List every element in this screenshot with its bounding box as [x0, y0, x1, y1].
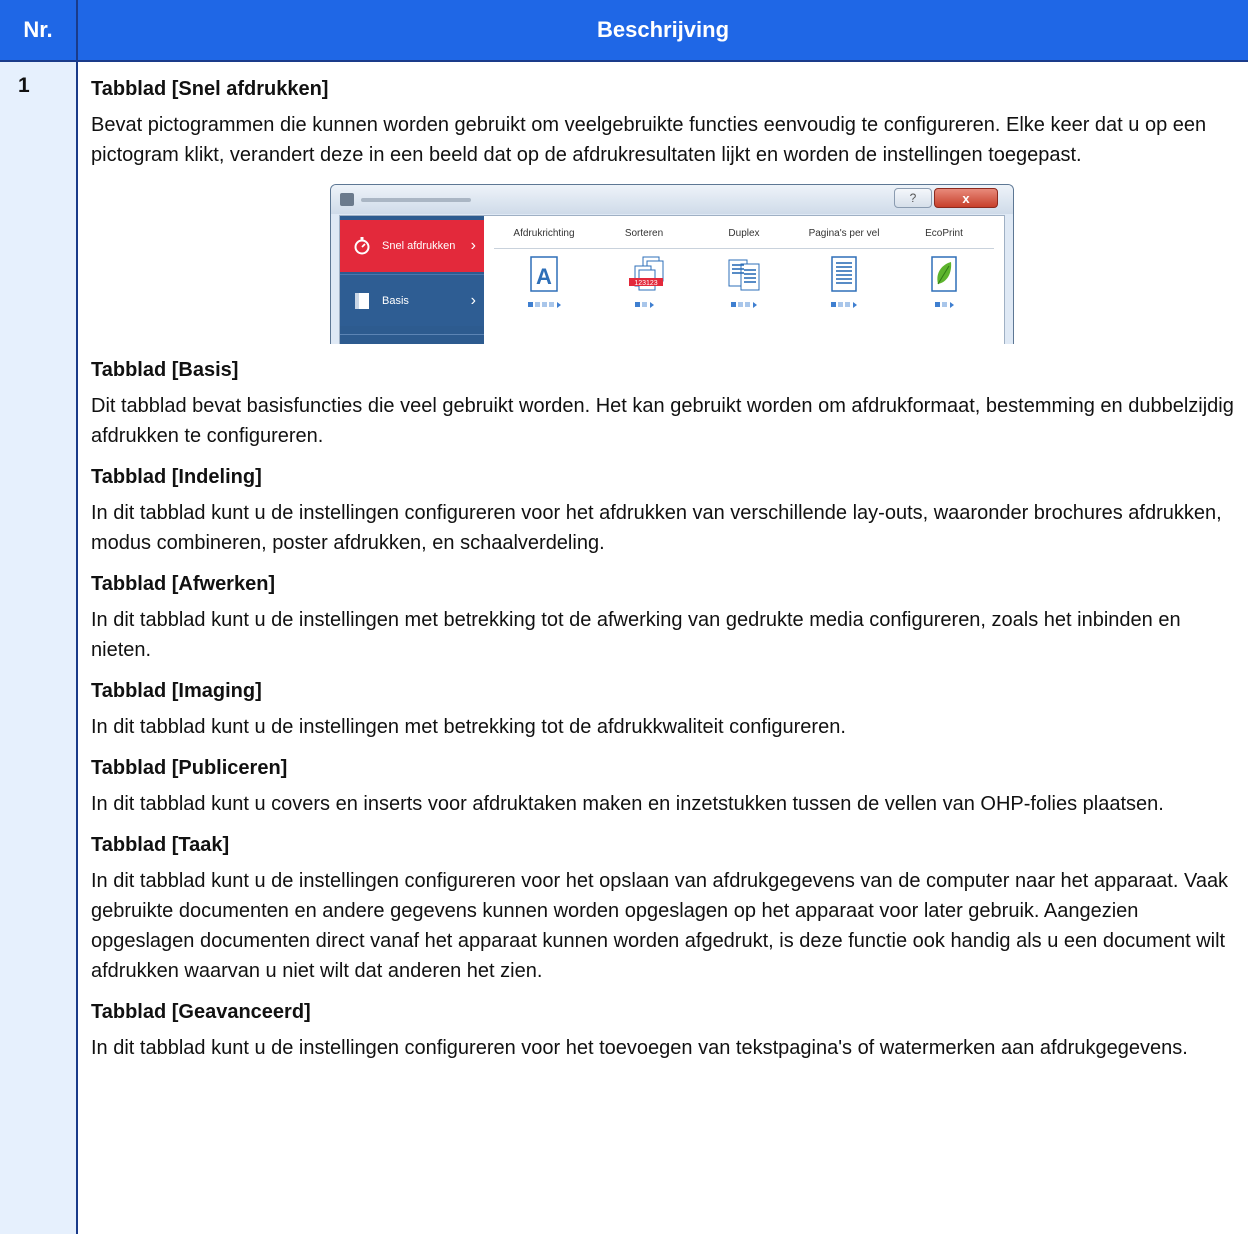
window-titlebar: ? x [331, 185, 1013, 214]
section-body: In dit tabblad kunt u de instellingen me… [91, 609, 1181, 661]
section-title: Tabblad [Imaging] [91, 680, 262, 702]
option-sorteren[interactable]: Sorteren 123123 [594, 228, 694, 308]
option-label: Sorteren [624, 228, 664, 239]
section-title: Tabblad [Afwerken] [91, 573, 276, 595]
section-imaging: Tabblad [Imaging] In dit tabblad kunt u … [91, 679, 1241, 742]
collate-text: 123123 [634, 280, 657, 287]
section-indeling: Tabblad [Indeling] In dit tabblad kunt u… [91, 465, 1241, 558]
header-nr: Nr. [0, 0, 78, 62]
tab-basis[interactable]: Basis › [340, 274, 484, 326]
option-indicator [894, 302, 994, 308]
chevron-right-icon: › [470, 291, 476, 309]
section-title: Tabblad [Taak] [91, 834, 230, 856]
option-paginas-per-vel[interactable]: Pagina's per vel [794, 228, 894, 308]
section-body: In dit tabblad kunt u de instellingen co… [91, 1037, 1188, 1059]
option-indicator [594, 302, 694, 308]
option-afdrukrichting[interactable]: Afdrukrichting A [494, 228, 594, 308]
printer-icon [340, 193, 354, 206]
orientation-icon: A [527, 256, 561, 292]
sidebar-divider [340, 334, 484, 335]
option-ecoprint[interactable]: EcoPrint [894, 228, 994, 308]
tab-snel-afdrukken[interactable]: Snel afdrukken › [340, 220, 484, 272]
row-number: 1 [18, 74, 30, 97]
section-body: Bevat pictogrammen die kunnen worden geb… [91, 114, 1207, 166]
section-title: Tabblad [Snel afdrukken] [91, 78, 329, 100]
orientation-letter: A [536, 264, 552, 289]
section-body: In dit tabblad kunt u de instellingen me… [91, 716, 846, 738]
page-icon [352, 291, 372, 311]
collate-icon: 123123 [627, 256, 664, 292]
section-title: Tabblad [Publiceren] [91, 757, 288, 779]
option-label: EcoPrint [925, 228, 963, 239]
section-title: Tabblad [Basis] [91, 359, 239, 381]
section-geavanceerd: Tabblad [Geavanceerd] In dit tabblad kun… [91, 1000, 1241, 1063]
section-body: In dit tabblad kunt u covers en inserts … [91, 793, 1164, 815]
section-publiceren: Tabblad [Publiceren] In dit tabblad kunt… [91, 756, 1241, 819]
option-indicator [494, 302, 594, 308]
section-basis: Tabblad [Basis] Dit tabblad bevat basisf… [91, 358, 1241, 451]
tab-label: Snel afdrukken [382, 240, 456, 252]
description-table: Nr. Beschrijving 1 Tabblad [Snel afdrukk… [0, 0, 1248, 1234]
option-indicator [794, 302, 894, 308]
description-cell: Tabblad [Snel afdrukken] Bevat pictogram… [91, 62, 1241, 1063]
pages-per-sheet-icon [827, 256, 861, 292]
section-body: In dit tabblad kunt u de instellingen co… [91, 502, 1222, 554]
option-indicator [694, 302, 794, 308]
window-title-blurred [361, 198, 471, 202]
duplex-icon [727, 256, 761, 292]
help-button[interactable]: ? [894, 188, 932, 208]
section-snel-afdrukken: Tabblad [Snel afdrukken] Bevat pictogram… [91, 77, 1241, 170]
section-title: Tabblad [Geavanceerd] [91, 1001, 311, 1023]
driver-panel: Snel afdrukken › Basis › Afdrukrichting … [339, 215, 1005, 344]
print-driver-screenshot: ? x Snel afdrukken › Basis › Afdrukricht… [330, 184, 1014, 344]
section-title: Tabblad [Indeling] [91, 466, 262, 488]
section-taak: Tabblad [Taak] In dit tabblad kunt u de … [91, 833, 1241, 986]
chevron-right-icon: › [470, 237, 476, 254]
header-description: Beschrijving [78, 0, 1248, 62]
ecoprint-leaf-icon [927, 256, 961, 292]
stopwatch-icon [352, 236, 372, 256]
close-button[interactable]: x [934, 188, 998, 208]
section-body: Dit tabblad bevat basisfuncties die veel… [91, 395, 1234, 447]
option-label: Afdrukrichting [513, 228, 575, 239]
section-afwerken: Tabblad [Afwerken] In dit tabblad kunt u… [91, 572, 1241, 665]
number-column: 1 [0, 62, 78, 1234]
section-body: In dit tabblad kunt u de instellingen co… [91, 870, 1229, 982]
driver-sidebar: Snel afdrukken › Basis › [340, 216, 484, 344]
tab-label: Basis [382, 294, 409, 307]
option-duplex[interactable]: Duplex [694, 228, 794, 308]
option-label: Duplex [728, 228, 760, 239]
option-label: Pagina's per vel [808, 228, 880, 239]
